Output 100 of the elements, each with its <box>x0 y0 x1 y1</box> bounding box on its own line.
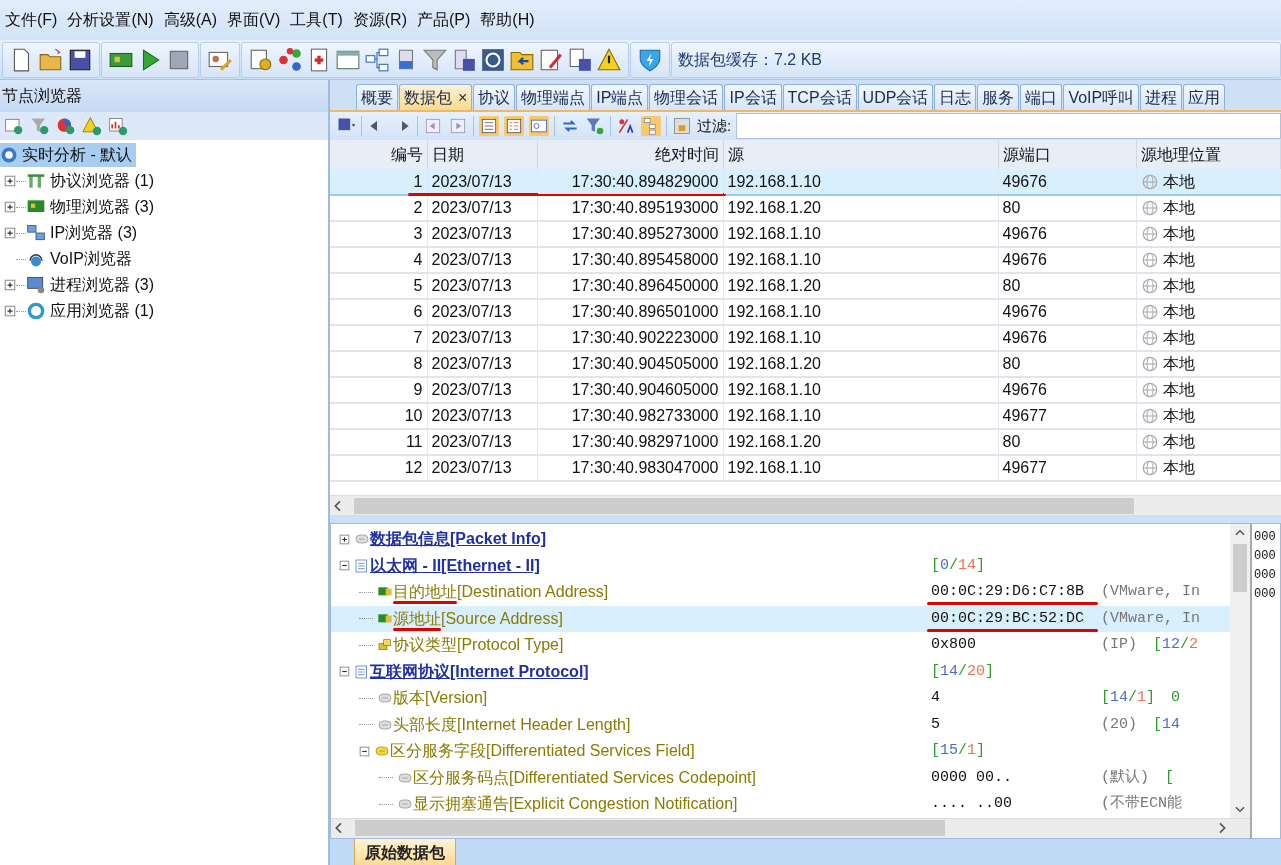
tab[interactable]: 物理会话 <box>649 84 724 110</box>
field-label: 目的地址[Destination Address] <box>393 580 609 605</box>
tree-row[interactable]: 源地址[Source Address] 00:0C:29:BC:52:DC (VMware, In <box>331 605 1230 632</box>
globe-icon <box>1140 303 1159 321</box>
column-header[interactable]: 编号 <box>330 140 427 169</box>
scrollbar-thumb[interactable] <box>355 820 945 836</box>
tree-item[interactable]: IP浏览器 (3) <box>50 221 138 245</box>
tab[interactable]: 端口 <box>1020 84 1063 110</box>
filter-add-icon[interactable] <box>585 116 605 136</box>
tab[interactable]: 协议 <box>473 84 516 110</box>
tab[interactable]: TCP会话 <box>782 84 857 110</box>
expand-icon[interactable] <box>339 533 350 545</box>
tree-row[interactable]: 数据包信息[Packet Info] <box>331 526 1230 553</box>
tree-item[interactable]: 物理浏览器 (3) <box>50 195 154 219</box>
table-row[interactable]: 8 2023/07/13 17:30:40.904505000 192.168.1.20 80 本地 <box>330 351 1281 377</box>
field-label: 以太网 - II[Ethernet - II] <box>370 555 540 576</box>
column-header[interactable]: 源 <box>723 140 998 169</box>
expand-icon[interactable] <box>4 227 16 239</box>
tab[interactable]: 原始数据包 <box>354 838 456 865</box>
table-cell: 80 <box>1002 355 1021 372</box>
tree-row[interactable]: 显示拥塞通告[Explicit Congestion Notification] .... ..00 (不带ECN能 <box>331 791 1230 818</box>
detail-view-icon[interactable] <box>504 116 524 136</box>
menu-item[interactable]: 界面(V) <box>222 8 286 32</box>
collapse-icon[interactable] <box>359 745 370 757</box>
table-row[interactable]: 10 2023/07/13 17:30:40.982733000 192.168.1.10 49677 本地 <box>330 403 1281 429</box>
table-add-icon[interactable] <box>4 116 24 136</box>
collapse-icon[interactable] <box>339 560 350 572</box>
tab[interactable]: 物理端点 <box>516 84 591 110</box>
menu-item[interactable]: 高级(A) <box>158 8 222 32</box>
tree-row[interactable]: 区分服务字段[Differentiated Services Field] [15/1] <box>331 738 1230 765</box>
table-row[interactable]: 12 2023/07/13 17:30:40.983047000 192.168.1.10 49677 本地 <box>330 455 1281 481</box>
expand-icon[interactable] <box>4 201 16 213</box>
tree-item[interactable]: 应用浏览器 (1) <box>50 299 154 323</box>
pie-chart-icon[interactable] <box>56 116 76 136</box>
tab[interactable]: 服务 <box>977 84 1020 110</box>
tree-row[interactable]: 目的地址[Destination Address] 00:0C:29:D6:C7:8B (VMware, In <box>331 579 1230 606</box>
tree-row[interactable]: 区分服务码点[Differentiated Services Codepoint] 0000 00.. (默认) [ <box>331 764 1230 791</box>
table-cell: 49676 <box>1002 172 1047 190</box>
tree-item[interactable]: 实时分析 - 默认 <box>0 143 137 167</box>
globe-icon <box>1140 433 1159 451</box>
tab[interactable]: IP会话 <box>724 84 782 110</box>
column-header[interactable]: 源地理位置 <box>1136 140 1281 169</box>
tree-icon[interactable] <box>364 46 390 73</box>
warning-icon[interactable] <box>596 46 622 73</box>
table-cell: 2023/07/13 <box>431 433 512 450</box>
column-header[interactable]: 日期 <box>427 140 537 169</box>
tab[interactable]: UDP会话 <box>857 84 934 110</box>
table-row[interactable]: 4 2023/07/13 17:30:40.895458000 192.168.1.10 49676 本地 <box>330 247 1281 273</box>
table-row[interactable]: 6 2023/07/13 17:30:40.896501000 192.168.1.10 49676 本地 <box>330 299 1281 325</box>
tree-row[interactable]: 互联网协议[Internet Protocol] [14/20] <box>331 658 1230 685</box>
close-icon[interactable]: × <box>458 88 468 106</box>
field-label: 区分服务字段[Differentiated Services Field] <box>390 741 695 762</box>
tab[interactable]: VoIP呼叫 <box>1063 84 1140 110</box>
table-row[interactable]: 5 2023/07/13 17:30:40.896450000 192.168.1.20 80 本地 <box>330 273 1281 299</box>
tab[interactable]: 应用 <box>1183 84 1226 110</box>
column-header[interactable]: 源端口 <box>998 140 1136 169</box>
menu-item[interactable]: 工具(T) <box>285 8 348 32</box>
tab[interactable]: 日志 <box>934 84 977 110</box>
tab[interactable]: 数据包 × <box>399 84 473 110</box>
expand-icon[interactable] <box>4 175 16 187</box>
table-cell-text: 本地 <box>1162 406 1195 426</box>
list-view-icon[interactable] <box>479 116 499 136</box>
tree-row[interactable]: 版本[Version] 4 [14/1] 0 <box>331 685 1230 712</box>
globe-icon <box>1140 225 1159 243</box>
menu-item[interactable]: 文件(F) <box>0 8 63 32</box>
expand-icon[interactable] <box>4 279 16 291</box>
nodes-icon[interactable] <box>277 46 303 73</box>
byte-range: [14/1] <box>1101 688 1156 708</box>
table-row[interactable]: 3 2023/07/13 17:30:40.895273000 192.168.1.10 49676 本地 <box>330 221 1281 247</box>
table-row[interactable]: 9 2023/07/13 17:30:40.904605000 192.168.1.10 49676 本地 <box>330 377 1281 403</box>
chart-add-icon[interactable] <box>108 116 128 136</box>
tree-row[interactable]: 头部长度[Internet Header Length] 5 (20) [14 <box>331 711 1230 738</box>
funnel-add-icon[interactable] <box>30 116 50 136</box>
field-note: (20) <box>1101 714 1137 735</box>
filter-field[interactable] <box>736 113 1281 139</box>
tab[interactable]: 进程 <box>1140 84 1183 110</box>
table-row[interactable]: 7 2023/07/13 17:30:40.902223000 192.168.1.10 49676 本地 <box>330 325 1281 351</box>
menu-item[interactable]: 帮助(H) <box>475 8 540 32</box>
scrollbar-thumb[interactable] <box>354 497 1134 514</box>
table-row[interactable]: 2 2023/07/13 17:30:40.895193000 192.168.1.20 80 本地 <box>330 195 1281 221</box>
tree-row[interactable]: 以太网 - II[Ethernet - II] [0/14] <box>331 552 1230 579</box>
tab[interactable]: IP端点 <box>591 84 649 110</box>
table-row[interactable]: 1 2023/07/13 17:30:40.894829000 192.168.1.10 49676 本地 <box>330 169 1281 195</box>
tree-item[interactable]: 进程浏览器 (3) <box>50 273 154 297</box>
tree-row[interactable]: 协议类型[Protocol Type] 0x800 (IP) [12/2 <box>331 632 1230 659</box>
tree-item[interactable]: VoIP浏览器 <box>50 247 132 271</box>
menu-item[interactable]: 资源(R) <box>347 8 412 32</box>
table-cell: 17:30:40.895458000 <box>571 251 719 268</box>
column-header[interactable]: 绝对时间 <box>537 140 723 169</box>
scrollbar-thumb[interactable] <box>1233 544 1247 592</box>
expand-icon[interactable] <box>4 305 16 317</box>
menu-item[interactable]: 产品(P) <box>411 8 476 32</box>
table-row[interactable]: 11 2023/07/13 17:30:40.982971000 192.168.1.20 80 本地 <box>330 429 1281 455</box>
byte-range: [14 <box>1153 714 1181 735</box>
warning-add-icon[interactable] <box>82 116 102 136</box>
tree-item[interactable]: 协议浏览器 (1) <box>50 169 154 193</box>
open-folder-icon[interactable] <box>38 46 64 73</box>
tab[interactable]: 概要 <box>356 84 398 110</box>
menu-item[interactable]: 分析设置(N) <box>62 8 159 32</box>
collapse-icon[interactable] <box>339 666 350 678</box>
